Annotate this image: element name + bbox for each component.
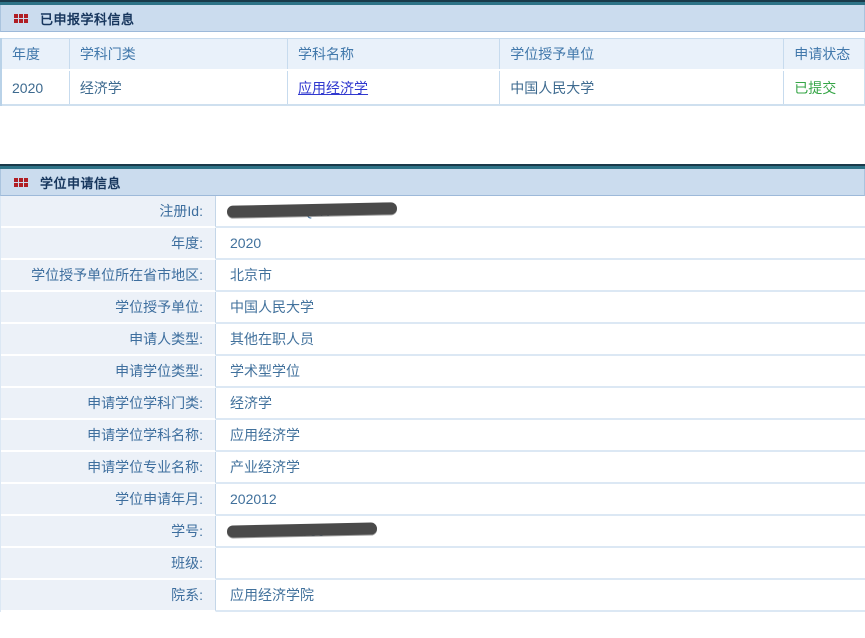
field-value: 北京市: [216, 260, 865, 292]
column-header-subject-name: 学科名称: [288, 39, 500, 69]
field-value: 中国人民大学: [216, 292, 865, 324]
field-label: 学位申请年月:: [1, 484, 216, 516]
form-field-row: 学号: 2TT412002736: [1, 516, 865, 548]
field-label: 学位授予单位:: [1, 292, 216, 324]
form-field-row: 申请学位类型: 学术型学位: [1, 356, 865, 388]
field-value-text: 中国人民大学: [230, 297, 314, 317]
field-value: 202012H55QHY: [216, 196, 865, 228]
field-value: [216, 548, 865, 580]
form-field-row: 学位授予单位: 中国人民大学: [1, 292, 865, 324]
field-value: 2TT412002736: [216, 516, 865, 548]
form-field-row: 申请人类型: 其他在职人员: [1, 324, 865, 356]
field-label: 申请学位学科门类:: [1, 388, 216, 420]
field-value-text: 2020: [230, 235, 261, 251]
panel-gap: [0, 106, 865, 164]
redaction-scribble: [227, 202, 397, 218]
application-info-panel: 学位申请信息 注册Id: 202012H55QHY 年度: 2020 学位授予单…: [0, 164, 865, 612]
panel-title: 学位申请信息: [40, 173, 121, 192]
field-value-text: 产业经济学: [230, 457, 300, 477]
field-label: 申请人类型:: [1, 324, 216, 356]
field-value: 学术型学位: [216, 356, 865, 388]
field-value: 2020: [216, 228, 865, 260]
subjects-table-row: 2020 经济学 应用经济学 中国人民大学 已提交: [2, 71, 864, 106]
field-label: 申请学位专业名称:: [1, 452, 216, 484]
column-header-year: 年度: [2, 39, 70, 69]
form-field-row: 学位授予单位所在省市地区: 北京市: [1, 260, 865, 292]
application-info-panel-header: 学位申请信息: [0, 169, 865, 196]
form-field-row: 注册Id: 202012H55QHY: [1, 196, 865, 228]
field-value-text: 202012: [230, 491, 277, 507]
field-value: 应用经济学: [216, 420, 865, 452]
field-value: 产业经济学: [216, 452, 865, 484]
cell-category: 经济学: [70, 71, 288, 104]
field-label: 学位授予单位所在省市地区:: [1, 260, 216, 292]
form-field-row: 班级:: [1, 548, 865, 580]
field-value-text: 应用经济学院: [230, 585, 314, 605]
form-field-row: 学位申请年月: 202012: [1, 484, 865, 516]
form-field-row: 申请学位专业名称: 产业经济学: [1, 452, 865, 484]
field-value-text: 北京市: [230, 265, 272, 285]
red-grid-icon: [14, 14, 28, 23]
redaction-scribble: [227, 522, 377, 537]
field-label: 申请学位学科名称:: [1, 420, 216, 452]
declared-subjects-table: 年度 学科门类 学科名称 学位授予单位 申请状态 2020 经济学 应用经济学 …: [0, 38, 865, 106]
field-value: 202012: [216, 484, 865, 516]
form-field-row: 院系: 应用经济学院: [1, 580, 865, 612]
form-field-row: 年度: 2020: [1, 228, 865, 260]
status-badge: 已提交: [794, 78, 836, 98]
form-field-row: 申请学位学科名称: 应用经济学: [1, 420, 865, 452]
field-value-text: 经济学: [230, 393, 272, 413]
cell-status: 已提交: [784, 71, 864, 104]
field-value-text: 学术型学位: [230, 361, 300, 381]
column-header-institution: 学位授予单位: [500, 39, 784, 69]
field-label: 申请学位类型:: [1, 356, 216, 388]
cell-year: 2020: [2, 71, 70, 104]
field-label: 班级:: [1, 548, 216, 580]
degree-application-page: 已申报学科信息 年度 学科门类 学科名称 学位授予单位 申请状态 2020 经济…: [0, 0, 865, 638]
subjects-table-header-row: 年度 学科门类 学科名称 学位授予单位 申请状态: [2, 38, 864, 71]
field-value-text: 应用经济学: [230, 425, 300, 445]
field-value: 其他在职人员: [216, 324, 865, 356]
field-label: 注册Id:: [1, 196, 216, 228]
cell-subject-name: 应用经济学: [288, 71, 500, 104]
declared-subjects-panel-header: 已申报学科信息: [0, 5, 865, 32]
field-label: 学号:: [1, 516, 216, 548]
field-label: 院系:: [1, 580, 216, 612]
form-field-row: 申请学位学科门类: 经济学: [1, 388, 865, 420]
red-grid-icon: [14, 178, 28, 187]
subject-name-link[interactable]: 应用经济学: [298, 78, 368, 98]
field-value: 经济学: [216, 388, 865, 420]
column-header-category: 学科门类: [70, 39, 288, 69]
field-value-text: 其他在职人员: [230, 329, 314, 349]
application-info-form: 注册Id: 202012H55QHY 年度: 2020 学位授予单位所在省市地区…: [0, 196, 865, 612]
panel-title: 已申报学科信息: [40, 9, 135, 28]
field-label: 年度:: [1, 228, 216, 260]
declared-subjects-panel: 已申报学科信息 年度 学科门类 学科名称 学位授予单位 申请状态 2020 经济…: [0, 0, 865, 106]
cell-institution: 中国人民大学: [500, 71, 784, 104]
column-header-status: 申请状态: [784, 39, 864, 69]
field-value: 应用经济学院: [216, 580, 865, 612]
